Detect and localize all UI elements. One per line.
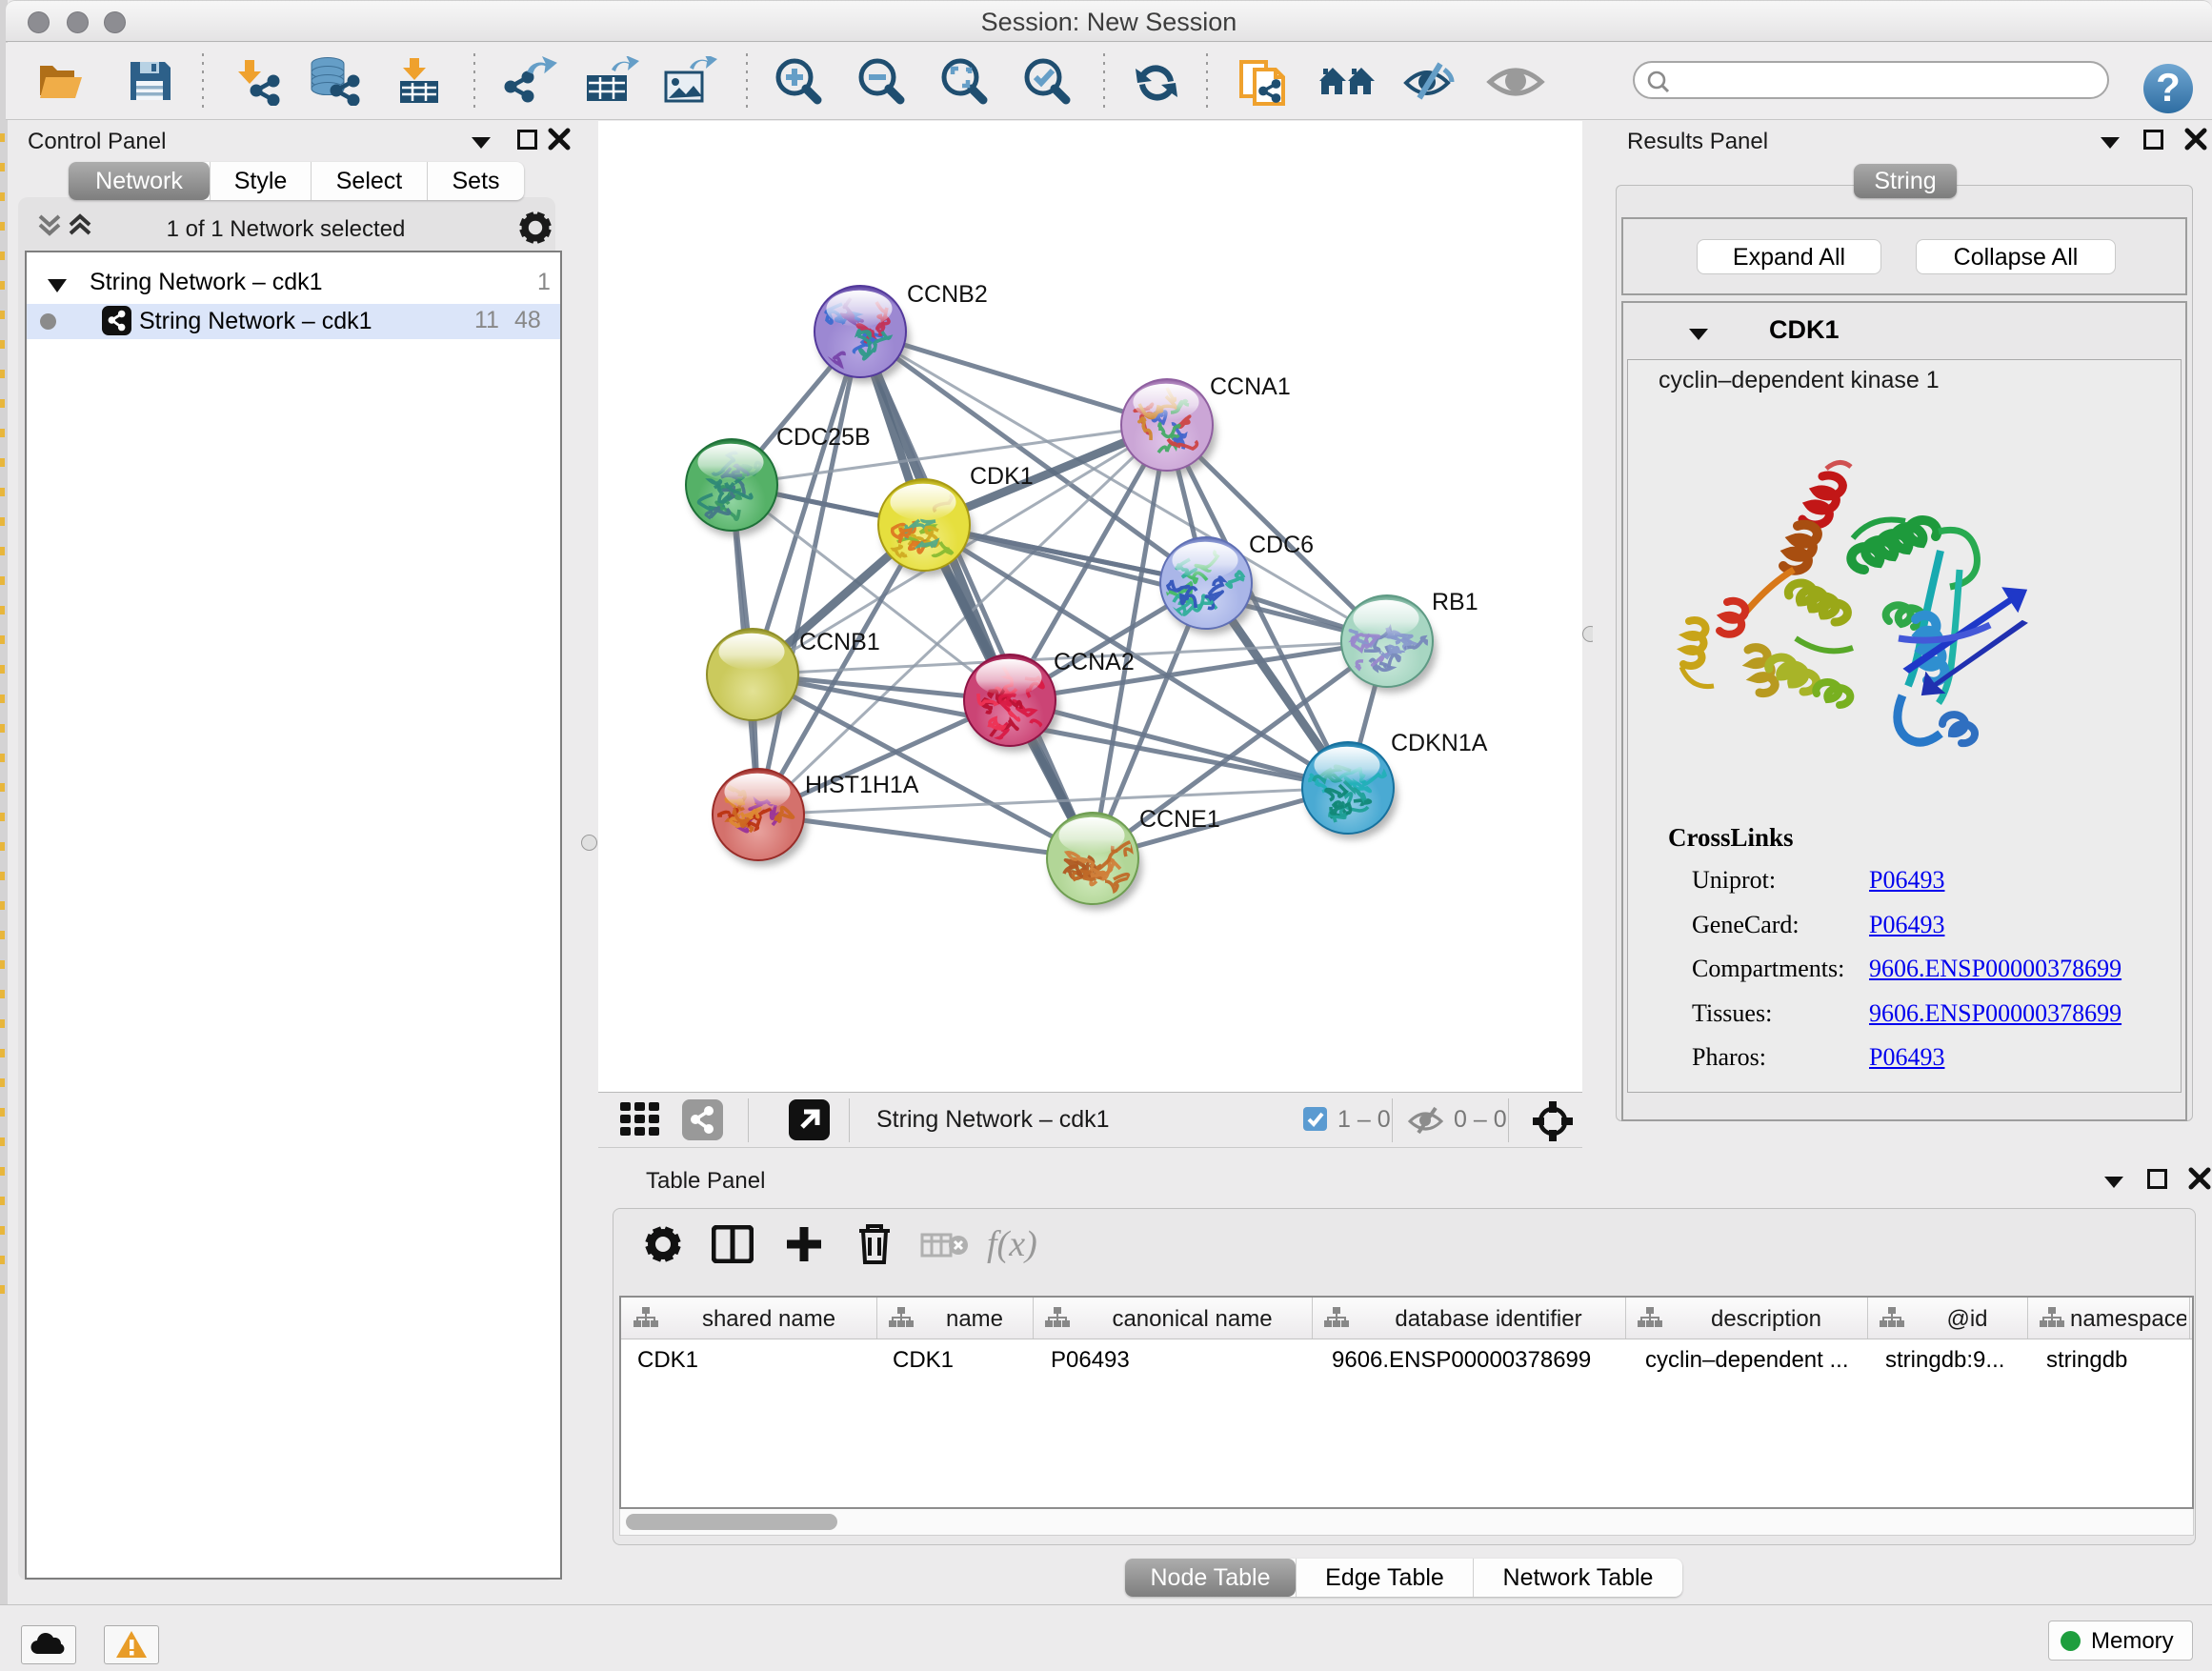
svg-text:CCNB1: CCNB1 — [799, 629, 880, 655]
svg-text:RB1: RB1 — [1432, 589, 1478, 615]
svg-text:CCNE1: CCNE1 — [1139, 806, 1220, 833]
svg-text:CCNA2: CCNA2 — [1054, 649, 1135, 675]
svg-text:CDC25B: CDC25B — [776, 424, 871, 451]
svg-text:CDK1: CDK1 — [970, 463, 1034, 490]
svg-text:CDKN1A: CDKN1A — [1391, 730, 1488, 756]
svg-text:CCNA1: CCNA1 — [1210, 373, 1291, 400]
svg-text:HIST1H1A: HIST1H1A — [805, 772, 919, 798]
svg-text:CCNB2: CCNB2 — [907, 281, 988, 308]
svg-text:CDC6: CDC6 — [1249, 532, 1314, 558]
